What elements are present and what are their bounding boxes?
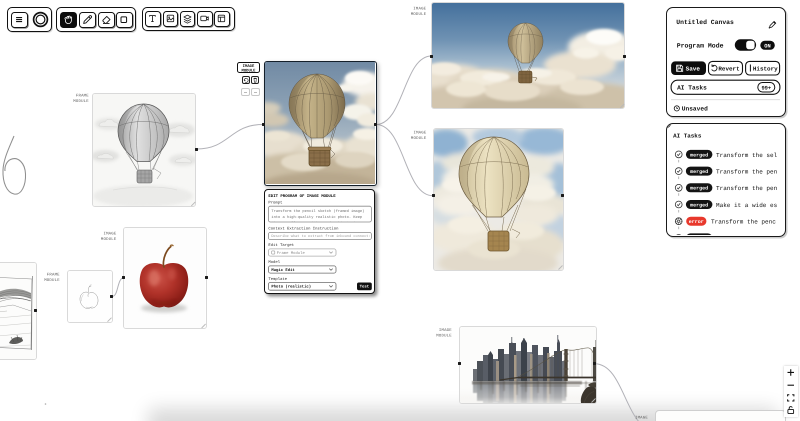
svg-text:Edit Target: Edit Target <box>268 244 294 249</box>
svg-text:Program Mode: Program Mode <box>677 42 724 49</box>
svg-text:EDIT PROGRAM OF IMAGE MODULE: EDIT PROGRAM OF IMAGE MODULE <box>268 194 336 199</box>
svg-text:Test: Test <box>360 285 370 290</box>
svg-text:Describe what to extract from: Describe what to extract from inbound co… <box>271 235 370 240</box>
svg-text:the overall composition and su: the overall composition and subject; im <box>271 221 358 226</box>
svg-text:AI Tasks: AI Tasks <box>677 84 707 91</box>
svg-text:Make it a wide es: Make it a wide es <box>716 201 778 208</box>
svg-text:99+: 99+ <box>761 85 771 91</box>
svg-text:IMAGE: IMAGE <box>243 64 255 69</box>
svg-text:Prompt: Prompt <box>268 201 282 206</box>
svg-text:History: History <box>753 65 778 72</box>
svg-text:error: error <box>688 219 703 225</box>
svg-text:ON: ON <box>764 43 770 49</box>
svg-text:Transform the pen: Transform the pen <box>716 168 778 175</box>
svg-text:merged: merged <box>690 152 708 158</box>
svg-text:Template: Template <box>268 277 287 282</box>
svg-text:Revert: Revert <box>718 65 739 72</box>
svg-text:Context Extraction Instruction: Context Extraction Instruction <box>268 227 338 232</box>
svg-text:Model: Model <box>268 261 280 266</box>
svg-text:Frame Module: Frame Module <box>277 251 306 256</box>
svg-text:Save: Save <box>686 65 701 72</box>
svg-text:Untitled Canvas: Untitled Canvas <box>676 19 734 26</box>
svg-text:Unsaved: Unsaved <box>682 105 708 112</box>
svg-text:Magic Edit: Magic Edit <box>271 268 294 273</box>
svg-text:Photo (realistic): Photo (realistic) <box>271 285 311 290</box>
svg-text:Transform the pencil sketch (f: Transform the pencil sketch (framed imag… <box>271 210 364 215</box>
svg-text:AI Tasks: AI Tasks <box>673 132 702 139</box>
svg-text:merged: merged <box>690 185 708 191</box>
svg-text:into a high-quality realistic: into a high-quality realistic photo. Kee… <box>271 215 362 220</box>
svg-text:MODULE: MODULE <box>241 68 256 72</box>
svg-text:Transform the sel: Transform the sel <box>716 151 778 158</box>
svg-text:merged: merged <box>690 169 708 175</box>
svg-text:Transform the penc: Transform the penc <box>711 218 776 225</box>
svg-text:Transform the pen: Transform the pen <box>716 185 778 192</box>
svg-text:merged: merged <box>690 202 708 208</box>
